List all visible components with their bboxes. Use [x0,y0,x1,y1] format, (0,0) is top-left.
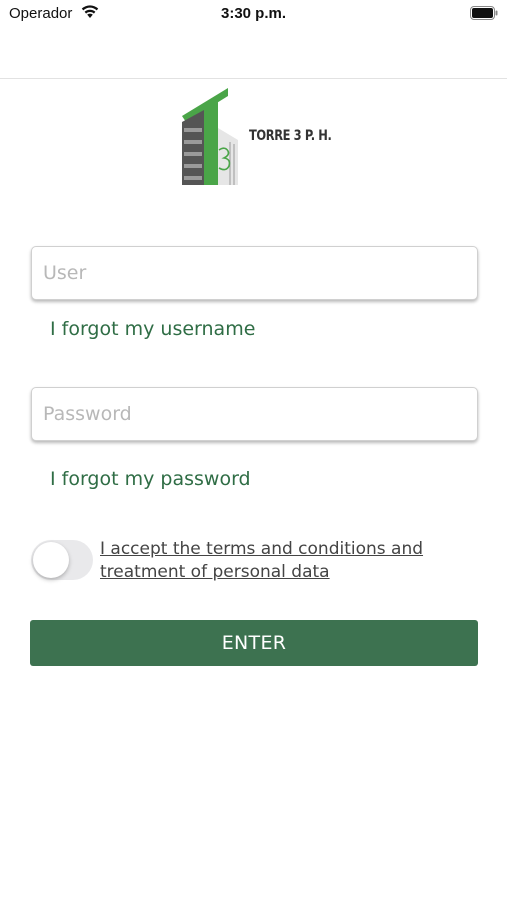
user-field[interactable] [31,246,478,300]
password-field[interactable] [31,387,478,441]
battery-icon [470,6,498,25]
app-logo: TORRE 3 P. H. [178,88,338,190]
forgot-username-link[interactable]: I forgot my username [50,318,255,340]
building-logo-icon [182,88,238,185]
enter-button[interactable]: ENTER [30,620,478,666]
password-input[interactable] [32,388,477,440]
terms-link[interactable]: I accept the terms and conditions and tr… [100,538,440,584]
user-input[interactable] [32,247,477,299]
terms-toggle[interactable] [31,540,93,580]
forgot-password-link[interactable]: I forgot my password [50,468,251,490]
status-bar: Operador 3:30 p.m. [0,0,507,30]
status-time: 3:30 p.m. [220,5,287,22]
navigation-bar [0,30,507,79]
toggle-knob [33,542,69,578]
logo-text: TORRE 3 P. H. [249,128,332,144]
